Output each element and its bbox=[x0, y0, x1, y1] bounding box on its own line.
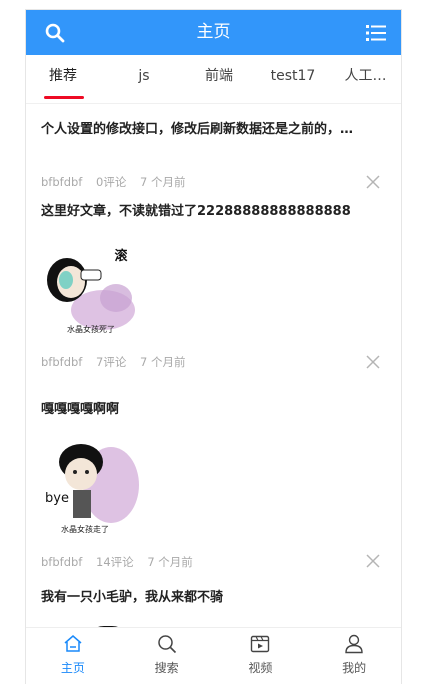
app-screen: 主页 推荐 js 前端 test17 人工… 个人设置的修改接口，修改后刷新数据… bbox=[26, 10, 401, 684]
tab-label: js bbox=[138, 68, 150, 84]
article-meta: bfbfdbf 14评论 7 个月前 bbox=[41, 554, 203, 570]
tabbar-search[interactable]: 搜索 bbox=[120, 628, 214, 684]
tabbar-label: 视频 bbox=[248, 661, 273, 675]
tab-label: test17 bbox=[270, 68, 316, 84]
top-nav-bar: 主页 bbox=[26, 10, 401, 55]
article-time: 7 个月前 bbox=[140, 355, 186, 369]
tabbar-label: 主页 bbox=[60, 661, 85, 675]
article-time: 7 个月前 bbox=[147, 555, 193, 569]
home-icon bbox=[64, 635, 82, 652]
article-item[interactable]: 我有一只小毛驴，我从来都不骑 bbox=[26, 574, 401, 629]
list-menu-icon bbox=[366, 24, 386, 41]
close-icon[interactable] bbox=[365, 174, 381, 190]
article-time: 7 个月前 bbox=[140, 175, 186, 189]
tabbar-profile[interactable]: 我的 bbox=[307, 628, 401, 684]
article-item[interactable]: 个人设置的修改接口，修改后刷新数据还是之前的，… bfbfdbf 0评论 7 个… bbox=[26, 104, 401, 194]
article-cover-image: 滚 水晶女孩死了 bbox=[41, 240, 141, 340]
tab-label: 前端 bbox=[205, 68, 233, 84]
channel-menu-button[interactable] bbox=[361, 10, 391, 55]
article-comments: 7评论 bbox=[96, 355, 127, 369]
meme-text: bye bbox=[45, 491, 69, 506]
meme-text: 滚 bbox=[114, 248, 128, 264]
meme-cover-image: 滚 水晶女孩死了 bbox=[41, 240, 141, 340]
article-item[interactable]: 嘎嘎嘎嘎啊啊 bye 水晶女孩走了 bfbfdbf 14评论 7 个月前 bbox=[26, 384, 401, 574]
article-title: 这里好文章，不读就错过了22288888888888888 bbox=[41, 204, 351, 219]
article-author: bfbfdbf bbox=[41, 555, 83, 569]
article-title: 我有一只小毛驴，我从来都不骑 bbox=[41, 590, 224, 605]
tab-label: 人工… bbox=[344, 68, 387, 84]
close-icon[interactable] bbox=[365, 553, 381, 569]
tab-test17[interactable]: test17 bbox=[256, 55, 330, 103]
search-icon bbox=[157, 635, 176, 654]
meme-cover-image: bye 水晶女孩走了 bbox=[41, 440, 141, 540]
tabbar-video[interactable]: 视频 bbox=[214, 628, 308, 684]
article-list: 个人设置的修改接口，修改后刷新数据还是之前的，… bfbfdbf 0评论 7 个… bbox=[26, 104, 401, 629]
meme-caption: 水晶女孩死了 bbox=[67, 324, 115, 334]
close-icon[interactable] bbox=[365, 354, 381, 370]
article-title: 个人设置的修改接口，修改后刷新数据还是之前的，… bbox=[41, 122, 354, 137]
article-comments: 0评论 bbox=[96, 175, 127, 189]
tab-label: 推荐 bbox=[49, 68, 77, 84]
user-icon bbox=[345, 634, 363, 654]
article-author: bfbfdbf bbox=[41, 175, 83, 189]
page-title: 主页 bbox=[196, 22, 231, 42]
tab-js[interactable]: js bbox=[107, 55, 181, 103]
channel-tabs: 推荐 js 前端 test17 人工… bbox=[26, 55, 401, 104]
tabbar-home[interactable]: 主页 bbox=[26, 628, 120, 684]
article-meta: bfbfdbf 7评论 7 个月前 bbox=[41, 354, 195, 370]
article-cover-image: bye 水晶女孩走了 bbox=[41, 440, 141, 540]
active-tab-indicator bbox=[44, 96, 84, 99]
tabbar-label: 搜索 bbox=[154, 661, 179, 675]
tabbar-label: 我的 bbox=[342, 661, 367, 675]
tab-frontend[interactable]: 前端 bbox=[182, 55, 256, 103]
tab-ai[interactable]: 人工… bbox=[330, 55, 401, 103]
meme-caption: 水晶女孩走了 bbox=[61, 524, 109, 534]
article-author: bfbfdbf bbox=[41, 355, 83, 369]
article-item[interactable]: 这里好文章，不读就错过了22288888888888888 滚 水晶女孩死了 b… bbox=[26, 194, 401, 384]
bottom-tab-bar: 主页 搜索 视频 我的 bbox=[26, 627, 401, 684]
article-comments: 14评论 bbox=[96, 555, 134, 569]
tab-recommend[interactable]: 推荐 bbox=[26, 55, 100, 103]
article-meta: bfbfdbf 0评论 7 个月前 bbox=[41, 174, 195, 190]
article-title: 嘎嘎嘎嘎啊啊 bbox=[41, 402, 120, 417]
video-icon bbox=[251, 635, 270, 653]
